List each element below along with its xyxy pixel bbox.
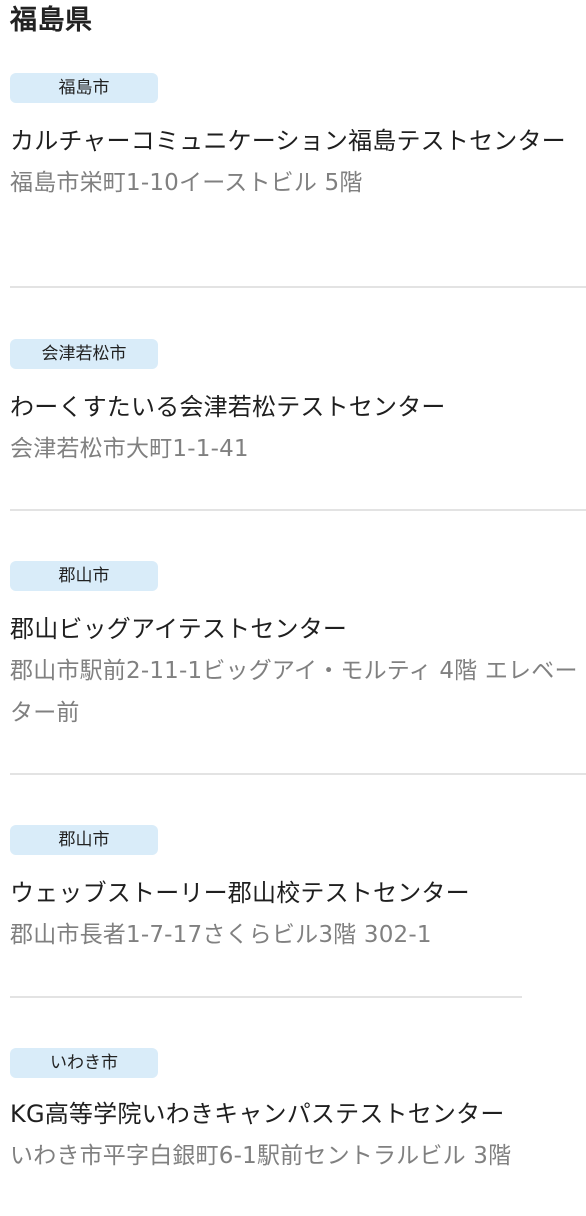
- divider: [10, 509, 586, 511]
- test-center-address: いわき市平字白銀町6-1駅前セントラルビル 3階: [10, 1143, 512, 1169]
- divider: [10, 996, 522, 998]
- city-badge: 郡山市: [10, 825, 158, 855]
- test-center-item[interactable]: 会津若松市 わーくすたいる会津若松テストセンター 会津若松市大町1-1-41: [10, 339, 586, 470]
- test-center-name[interactable]: 郡山ビッグアイテストセンター: [10, 608, 586, 650]
- city-badge: 郡山市: [10, 561, 158, 591]
- divider: [10, 286, 586, 288]
- test-center-name[interactable]: KG高等学院いわきキャンパステストセンター: [10, 1093, 586, 1135]
- test-center-item[interactable]: いわき市 KG高等学院いわきキャンパステストセンター いわき市平字白銀町6-1駅…: [10, 1048, 586, 1177]
- test-center-address: 郡山市長者1-7-17さくらビル3階 302-1: [10, 922, 432, 948]
- test-center-address: 福島市栄町1-10イーストビル 5階: [10, 170, 363, 196]
- test-center-item[interactable]: 福島市 カルチャーコミュニケーション福島テストセンター 福島市栄町1-10イース…: [10, 73, 586, 204]
- city-badge: 会津若松市: [10, 339, 158, 369]
- test-center-item[interactable]: 郡山市 ウェッブストーリー郡山校テストセンター 郡山市長者1-7-17さくらビル…: [10, 825, 586, 956]
- city-badge: いわき市: [10, 1048, 158, 1078]
- test-center-address: 郡山市駅前2-11-1ビッグアイ・モルティ 4階 エレベーター前: [10, 658, 578, 726]
- test-center-list-page: 福島県 福島市 カルチャーコミュニケーション福島テストセンター 福島市栄町1-1…: [0, 0, 586, 1216]
- city-badge: 福島市: [10, 73, 158, 103]
- test-center-item[interactable]: 郡山市 郡山ビッグアイテストセンター 郡山市駅前2-11-1ビッグアイ・モルティ…: [10, 561, 586, 734]
- test-center-address: 会津若松市大町1-1-41: [10, 436, 249, 462]
- test-center-name[interactable]: ウェッブストーリー郡山校テストセンター: [10, 872, 586, 914]
- test-center-name[interactable]: わーくすたいる会津若松テストセンター: [10, 386, 586, 428]
- divider: [10, 773, 586, 775]
- prefecture-heading: 福島県: [10, 5, 93, 36]
- test-center-name[interactable]: カルチャーコミュニケーション福島テストセンター: [10, 120, 586, 162]
